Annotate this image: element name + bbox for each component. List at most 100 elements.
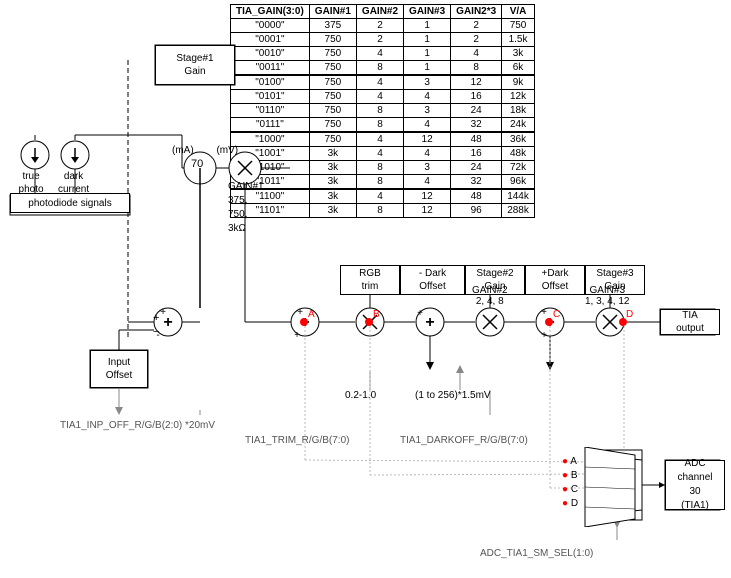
tia1-inp-label: TIA1_INP_OFF_R/G/B(2:0) *20mV [60,420,215,431]
table-row: "0001"7502121.5k [231,33,535,47]
table-cell: 4 [404,175,451,190]
mux-input-c: ● C [562,484,578,495]
table-cell: 4 [356,132,403,147]
table-row: "1010"3k832472k [231,161,535,175]
svg-text:+: + [541,330,547,341]
table-cell: 9k [502,75,535,90]
table-cell: "0100" [231,75,310,90]
table-cell: 2 [356,33,403,47]
point-c-dot [545,318,553,326]
table-row: "0110"750832418k [231,104,535,118]
table-cell: 750 [309,33,356,47]
table-row: "0100"75043129k [231,75,535,90]
table-cell: 4 [356,90,403,104]
table-cell: 32 [451,118,502,133]
table-cell: 8 [451,61,502,76]
svg-text:+: + [425,314,434,331]
col-header-gain2x3: GAIN2*3 [451,5,502,19]
table-row: "0101"750441612k [231,90,535,104]
mux-input-a: ● A [562,456,577,467]
scale-label-2: (1 to 256)*1.5mV [415,390,491,401]
table-cell: 8 [356,161,403,175]
minus-sign-1: − [153,326,159,338]
table-cell: 72k [502,161,535,175]
table-row: "1011"3k843296k [231,175,535,190]
svg-text:+: + [541,307,547,318]
table-cell: 3 [404,161,451,175]
svg-text:+: + [160,307,166,318]
table-cell: 1 [404,19,451,33]
table-cell: 375 [309,19,356,33]
table-cell: 750 [309,118,356,133]
photodiode-signals-label: photodiode signals [10,193,130,213]
table-cell: 48 [451,189,502,204]
table-cell: 16 [451,147,502,161]
col-header-gain3: GAIN#3 [404,5,451,19]
table-cell: 750 [309,104,356,118]
table-cell: 4 [451,47,502,61]
table-cell: 1 [404,61,451,76]
gain-70-label: 70 [191,158,203,170]
table-cell: 4 [404,147,451,161]
table-cell: 1 [404,33,451,47]
table-cell: 288k [502,204,535,218]
point-b-dot [365,318,373,326]
rgb-trim-box: RGB trim [340,265,400,295]
table-cell: 4 [356,75,403,90]
col-header-gain1: GAIN#1 [309,5,356,19]
mux-input-b: ● B [562,470,578,481]
table-cell: 750 [309,132,356,147]
table-cell: 24 [451,104,502,118]
table-cell: 3 [404,104,451,118]
table-cell: 3k [309,161,356,175]
table-cell: 8 [356,118,403,133]
table-row: "1100"3k41248144k [231,189,535,204]
table-cell: 4 [356,47,403,61]
table-cell: 12 [404,132,451,147]
table-cell: 4 [404,90,451,104]
col-header-gain2: GAIN#2 [356,5,403,19]
dark-offset-plus-box: +Dark Offset [525,265,585,295]
table-cell: 16 [451,90,502,104]
table-cell: 96 [451,204,502,218]
table-cell: 2 [356,19,403,33]
point-a-dot [300,318,308,326]
table-cell: 32 [451,175,502,190]
table-cell: 18k [502,104,535,118]
table-cell: "1000" [231,132,310,147]
stage1-gain-box: Stage#1 Gain [155,45,235,85]
units-label: (mA) (mV) [172,145,238,156]
table-cell: 4 [356,189,403,204]
table-row: "1000"7504124836k [231,132,535,147]
table-cell: 3 [404,75,451,90]
table-cell: 12k [502,90,535,104]
adc-channel-box: ADC channel 30 (TIA1) [665,460,725,510]
adc-sel-label: ADC_TIA1_SM_SEL(1:0) [480,548,593,559]
table-cell: 2 [451,19,502,33]
table-cell: 48 [451,132,502,147]
table-cell: 3k [309,189,356,204]
table-cell: 1.5k [502,33,535,47]
gain3-label-below: GAIN#3 1, 3, 4, 12 [585,285,629,307]
table-cell: 12 [404,204,451,218]
plus-sign-1: + [153,312,159,324]
table-cell: 144k [502,189,535,204]
table-cell: "0010" [231,47,310,61]
table-cell: "0000" [231,19,310,33]
gain1-label: GAIN#1 375, 750, 3kΩ [228,180,264,236]
table-cell: "1001" [231,147,310,161]
table-cell: 3k [309,204,356,218]
table-cell: 750 [309,75,356,90]
point-b-label: B [373,309,380,320]
table-cell: 8 [356,175,403,190]
input-offset-box: Input Offset [90,350,148,388]
table-cell: 36k [502,132,535,147]
table-cell: 2 [451,33,502,47]
table-cell: "0111" [231,118,310,133]
tia1-trim-label: TIA1_TRIM_R/G/B(7:0) [245,435,349,446]
table-row: "1001"3k441648k [231,147,535,161]
table-cell: 96k [502,175,535,190]
table-cell: 12 [451,75,502,90]
gain-table: TIA_GAIN(3:0) GAIN#1 GAIN#2 GAIN#3 GAIN2… [230,4,535,218]
table-cell: 3k [309,175,356,190]
